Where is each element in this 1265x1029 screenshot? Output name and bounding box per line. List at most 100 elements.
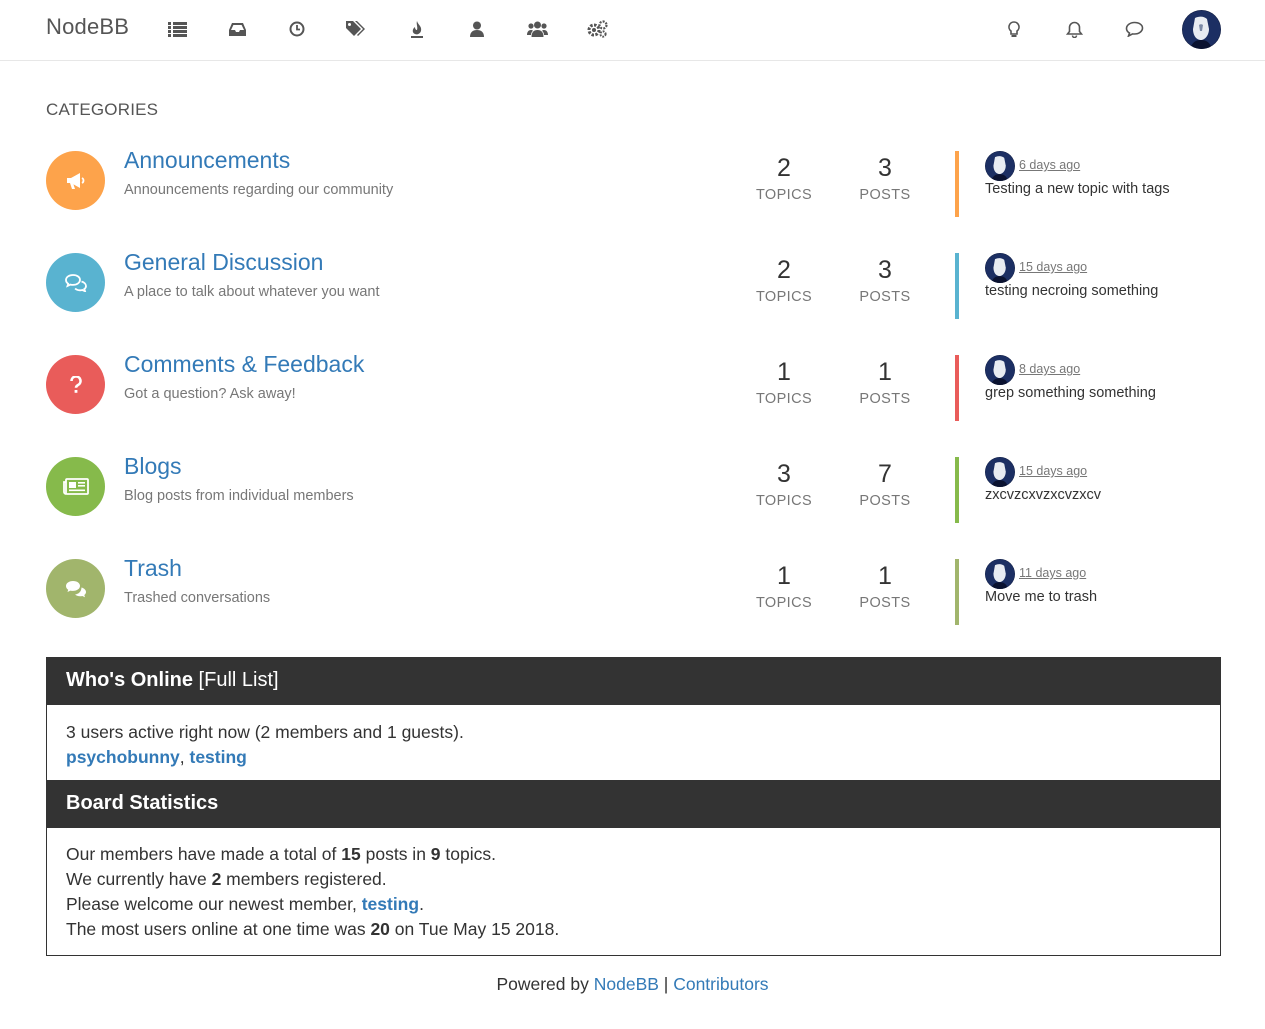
powered-by-text: Powered by	[496, 974, 594, 994]
category-row: General Discussion A place to talk about…	[46, 249, 1221, 319]
full-list-link[interactable]: [Full List]	[199, 669, 279, 691]
board-statistics-body: Our members have made a total of 15 post…	[47, 828, 1220, 955]
teaser-timestamp[interactable]: 15 days ago	[1019, 260, 1087, 274]
stats-newest-line: Please welcome our newest member, testin…	[66, 894, 424, 914]
online-user-link[interactable]: psychobunny	[66, 747, 180, 767]
topics-count: 3 TOPICS	[744, 459, 824, 509]
user-separator: ,	[179, 747, 190, 767]
whos-online-panel: Who's Online [Full List] 3 users active …	[46, 657, 1221, 785]
newest-member-link[interactable]: testing	[362, 894, 419, 914]
topics-number: 3	[777, 460, 791, 488]
posts-count: 1 POSTS	[845, 357, 925, 407]
board-statistics-title: Board Statistics	[66, 792, 219, 814]
teaser-avatar[interactable]	[985, 151, 1015, 181]
topics-count: 1 TOPICS	[744, 561, 824, 611]
categories-heading: CATEGORIES	[46, 100, 159, 119]
teaser-timestamp[interactable]: 11 days ago	[1019, 566, 1086, 580]
stats-max-online-line: The most users online at one time was 20…	[66, 919, 560, 939]
list-icon[interactable]	[166, 18, 188, 40]
board-statistics-panel: Board Statistics Our members have made a…	[46, 780, 1221, 956]
bell-icon[interactable]	[1063, 18, 1085, 40]
board-statistics-header: Board Statistics	[47, 780, 1220, 828]
teaser-divider	[955, 253, 959, 319]
category-title[interactable]: General Discussion	[124, 249, 323, 276]
cogs-icon[interactable]	[586, 18, 608, 40]
posts-count: 1 POSTS	[845, 561, 925, 611]
fire-icon[interactable]	[406, 18, 428, 40]
user-avatar[interactable]	[1182, 10, 1221, 49]
nodebb-link[interactable]: NodeBB	[594, 974, 659, 994]
clock-icon[interactable]	[286, 18, 308, 40]
teaser-divider	[955, 151, 959, 217]
user-icon[interactable]	[466, 18, 488, 40]
category-row: Blogs Blog posts from individual members…	[46, 453, 1221, 523]
category-title[interactable]: Comments & Feedback	[124, 351, 364, 378]
teaser-topic[interactable]: zxcvzcxvzxcvzxcv	[985, 487, 1101, 503]
teaser-topic[interactable]: grep something something	[985, 385, 1156, 401]
category-description: A place to talk about whatever you want	[124, 284, 380, 300]
posts-number: 1	[878, 358, 892, 386]
category-description: Trashed conversations	[124, 590, 271, 606]
whos-online-header: Who's Online [Full List]	[47, 657, 1220, 705]
newspaper-icon[interactable]	[46, 457, 105, 516]
footer: Powered by NodeBB | Contributors	[0, 974, 1265, 995]
lightbulb-icon[interactable]	[1003, 18, 1025, 40]
topics-count: 2 TOPICS	[744, 255, 824, 305]
teaser-avatar[interactable]	[985, 559, 1015, 589]
question-icon[interactable]	[46, 355, 105, 414]
stats-posts-line: Our members have made a total of 15 post…	[66, 844, 496, 864]
teaser-avatar[interactable]	[985, 355, 1015, 385]
tags-icon[interactable]	[345, 18, 367, 40]
navbar: NodeBB	[0, 0, 1265, 61]
posts-number: 3	[878, 256, 892, 284]
teaser-timestamp[interactable]: 15 days ago	[1019, 464, 1087, 478]
teaser-topic[interactable]: testing necroing something	[985, 283, 1158, 299]
topics-label: TOPICS	[755, 391, 813, 407]
category-title[interactable]: Announcements	[124, 147, 290, 174]
teaser-divider	[955, 457, 959, 523]
teaser-topic[interactable]: Testing a new topic with tags	[985, 181, 1170, 197]
online-user-link[interactable]: testing	[190, 747, 247, 767]
category-row: Trash Trashed conversations 1 TOPICS 1 P…	[46, 555, 1221, 625]
bullhorn-icon[interactable]	[46, 151, 105, 210]
topics-label: TOPICS	[755, 187, 813, 203]
teaser-topic[interactable]: Move me to trash	[985, 589, 1097, 605]
footer-separator: |	[658, 974, 674, 994]
comments-icon[interactable]	[46, 253, 105, 312]
online-users: psychobunny, testing	[66, 745, 1201, 770]
brand-logo[interactable]: NodeBB	[46, 14, 129, 40]
category-description: Announcements regarding our community	[124, 182, 394, 198]
topics-number: 1	[777, 562, 791, 590]
posts-label: POSTS	[859, 391, 911, 407]
posts-label: POSTS	[859, 187, 911, 203]
topics-label: TOPICS	[755, 595, 813, 611]
chat-icon[interactable]	[1123, 18, 1145, 40]
posts-count: 7 POSTS	[845, 459, 925, 509]
category-title[interactable]: Trash	[124, 555, 182, 582]
topics-label: TOPICS	[755, 493, 813, 509]
category-description: Blog posts from individual members	[124, 488, 354, 504]
posts-label: POSTS	[859, 595, 911, 611]
topics-label: TOPICS	[755, 289, 813, 305]
group-icon[interactable]	[526, 18, 548, 40]
category-description: Got a question? Ask away!	[124, 386, 296, 402]
category-row: Comments & Feedback Got a question? Ask …	[46, 351, 1221, 421]
category-title[interactable]: Blogs	[124, 453, 182, 480]
topics-number: 1	[777, 358, 791, 386]
posts-label: POSTS	[859, 289, 911, 305]
stats-members-line: We currently have 2 members registered.	[66, 869, 387, 889]
contributors-link[interactable]: Contributors	[673, 974, 768, 994]
teaser-timestamp[interactable]: 6 days ago	[1019, 158, 1080, 172]
teaser-timestamp[interactable]: 8 days ago	[1019, 362, 1080, 376]
teaser-avatar[interactable]	[985, 253, 1015, 283]
posts-number: 3	[878, 154, 892, 182]
inbox-icon[interactable]	[226, 18, 248, 40]
posts-number: 1	[878, 562, 892, 590]
teaser-avatar[interactable]	[985, 457, 1015, 487]
posts-count: 3 POSTS	[845, 153, 925, 203]
topics-count: 1 TOPICS	[744, 357, 824, 407]
whos-online-body: 3 users active right now (2 members and …	[47, 705, 1220, 785]
comments-icon[interactable]	[46, 559, 105, 618]
posts-count: 3 POSTS	[845, 255, 925, 305]
teaser-divider	[955, 355, 959, 421]
